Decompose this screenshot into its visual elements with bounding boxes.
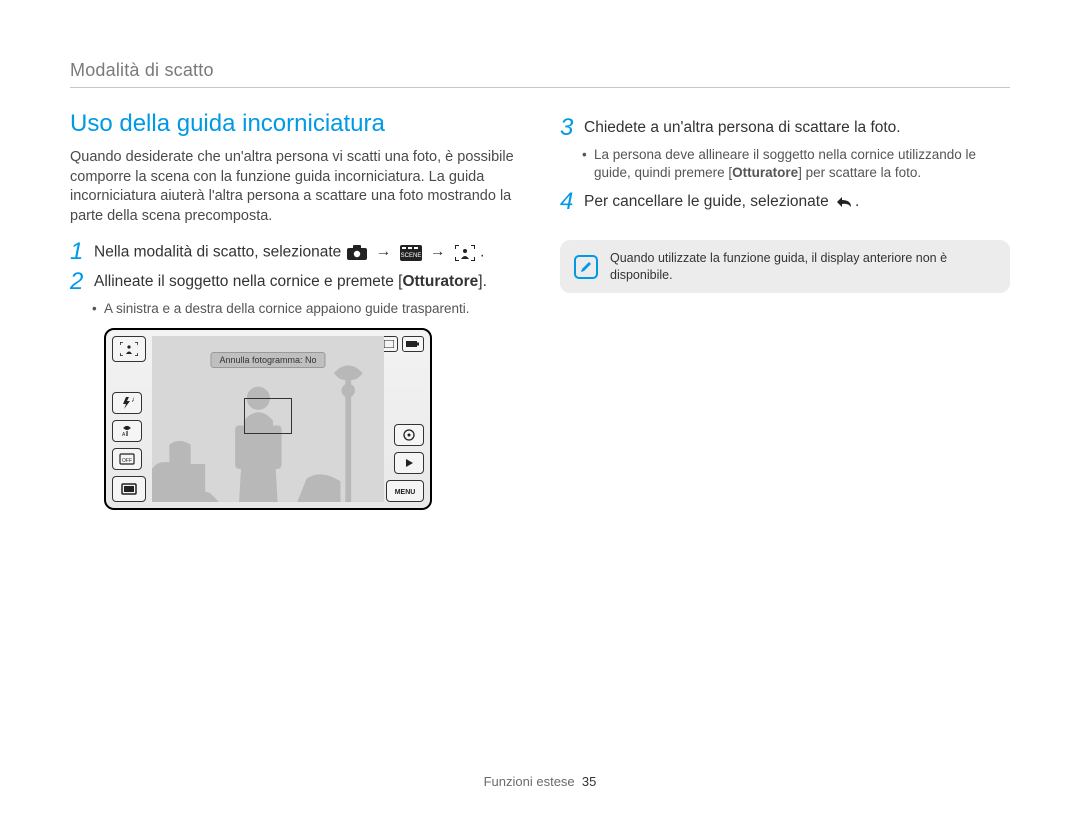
header-divider bbox=[70, 87, 1010, 88]
breadcrumb: Modalità di scatto bbox=[70, 60, 1010, 81]
step-4-text: Per cancellare le guide, selezionate . bbox=[584, 192, 859, 213]
note-box: Quando utilizzate la funzione guida, il … bbox=[560, 240, 1010, 293]
column-right: 3 Chiedete a un'altra persona di scattar… bbox=[560, 110, 1010, 510]
step-1-period: . bbox=[480, 244, 484, 261]
frame-guide-icon bbox=[454, 244, 476, 262]
menu-button[interactable]: MENU bbox=[386, 480, 424, 502]
camera-icon bbox=[346, 244, 368, 262]
step-4-before: Per cancellare le guide, selezionate bbox=[584, 193, 833, 210]
content-columns: Uso della guida incorniciatura Quando de… bbox=[70, 110, 1010, 510]
focus-rectangle bbox=[244, 398, 292, 434]
page-number: 35 bbox=[582, 774, 596, 789]
step-3-sub-bold: Otturatore bbox=[732, 165, 798, 180]
step-3-text: Chiedete a un'altra persona di scattare … bbox=[584, 118, 901, 139]
step-number: 4 bbox=[560, 190, 584, 214]
step-2-after: ]. bbox=[478, 273, 487, 290]
section-title: Uso della guida incorniciatura bbox=[70, 110, 520, 138]
step-2-before: Allineate il soggetto nella cornice e pr… bbox=[94, 273, 402, 290]
status-icons bbox=[380, 336, 424, 352]
note-text: Quando utilizzate la funzione guida, il … bbox=[610, 250, 996, 283]
svg-text:SCENE: SCENE bbox=[400, 253, 421, 259]
arrow-icon: → bbox=[376, 242, 392, 263]
step-4: 4 Per cancellare le guide, selezionate . bbox=[560, 192, 1010, 214]
flash-button[interactable]: A bbox=[112, 392, 142, 414]
svg-text:OFF: OFF bbox=[122, 458, 132, 464]
step-1-text-before: Nella modalità di scatto, selezionate bbox=[94, 244, 346, 261]
front-lcd-button[interactable]: OFF bbox=[112, 448, 142, 470]
step-2-text: Allineate il soggetto nella cornice e pr… bbox=[94, 272, 487, 293]
arrow-icon: → bbox=[430, 242, 446, 263]
step-1-text: Nella modalità di scatto, selezionate → … bbox=[94, 242, 484, 263]
mode-button[interactable] bbox=[112, 336, 146, 362]
camera-scene: Annulla fotogramma: No bbox=[152, 336, 384, 502]
step-3-sub: La persona deve allineare il soggetto ne… bbox=[594, 146, 1010, 182]
return-icon bbox=[833, 193, 855, 211]
frame-label: Annulla fotogramma: No bbox=[210, 352, 325, 368]
step-2: 2 Allineate il soggetto nella cornice e … bbox=[70, 272, 520, 294]
step-number: 1 bbox=[70, 240, 94, 264]
step-4-period: . bbox=[855, 193, 859, 210]
svg-text:A: A bbox=[132, 398, 134, 404]
macro-button[interactable]: A bbox=[112, 420, 142, 442]
svg-text:A: A bbox=[122, 432, 126, 437]
camera-preview: A A OFF bbox=[104, 328, 432, 510]
step-2-sub: A sinistra e a destra della cornice appa… bbox=[104, 300, 520, 318]
scene-icon: SCENE bbox=[400, 244, 422, 262]
footer-label: Funzioni estese bbox=[484, 774, 575, 789]
display-button[interactable] bbox=[112, 476, 146, 502]
step-number: 2 bbox=[70, 270, 94, 294]
step-3: 3 Chiedete a un'altra persona di scattar… bbox=[560, 118, 1010, 140]
battery-icon bbox=[402, 336, 424, 352]
camera-left-buttons: A A OFF bbox=[112, 336, 148, 502]
step-2-bold: Otturatore bbox=[402, 273, 478, 290]
page: Modalità di scatto Uso della guida incor… bbox=[0, 0, 1080, 815]
step-1: 1 Nella modalità di scatto, selezionate … bbox=[70, 242, 520, 264]
play-button[interactable] bbox=[394, 452, 424, 474]
svg-text:MENU: MENU bbox=[395, 489, 416, 496]
intro-paragraph: Quando desiderate che un'altra persona v… bbox=[70, 148, 520, 226]
column-left: Uso della guida incorniciatura Quando de… bbox=[70, 110, 520, 510]
settings-button[interactable] bbox=[394, 424, 424, 446]
camera-right-buttons: MENU bbox=[388, 336, 424, 502]
page-footer: Funzioni estese 35 bbox=[0, 774, 1080, 789]
step-number: 3 bbox=[560, 116, 584, 140]
step-3-sub-after: ] per scattare la foto. bbox=[798, 165, 921, 180]
pencil-icon bbox=[574, 255, 598, 279]
